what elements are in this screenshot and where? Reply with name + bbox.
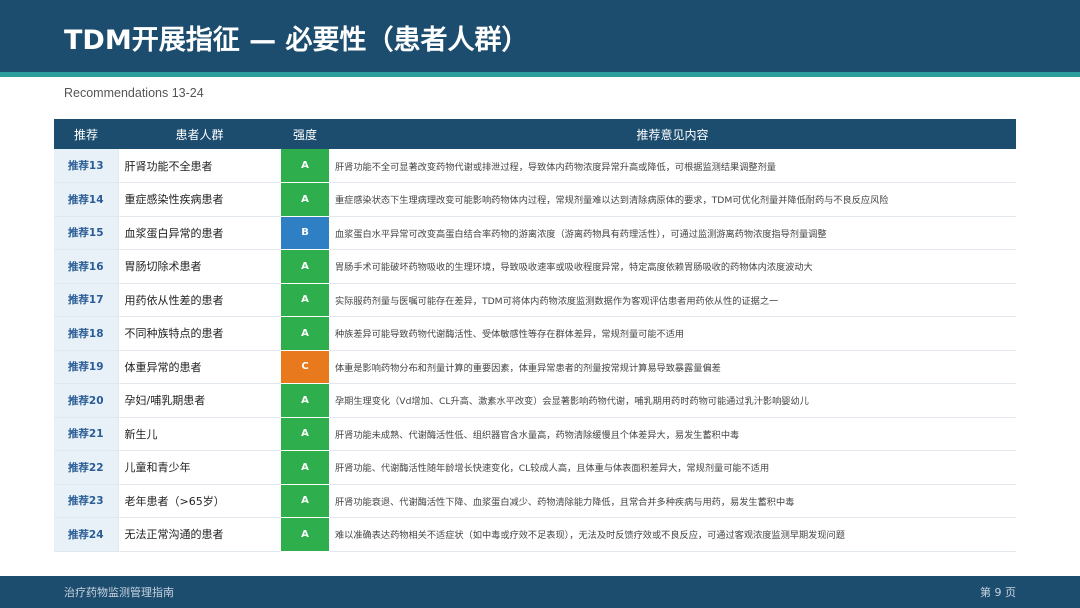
table-row: 推荐21 新生儿 A 肝肾功能未成熟、代谢酶活性低、组织器官含水量高，药物清除缓慢且个… (54, 417, 1016, 451)
recommendation-text: 肝肾功能不全可显著改变药物代谢或排泄过程，导致体内药物浓度异常升高或降低，可根据… (329, 149, 1016, 183)
recommendation-id: 推荐21 (54, 417, 118, 451)
grade-badge: A (281, 283, 329, 317)
recommendation-id: 推荐19 (54, 350, 118, 384)
footer-page-number: 第 9 页 (980, 586, 1016, 599)
slide-title: TDM开展指征 — 必要性（患者人群） (64, 25, 529, 56)
recommendation-id: 推荐23 (54, 484, 118, 518)
table-header-row: 推荐 患者人群 强度 推荐意见内容 (54, 119, 1016, 149)
recommendation-text: 肝肾功能衰退、代谢酶活性下降、血浆蛋白减少、药物清除能力降低，且常合并多种疾病与… (329, 484, 1016, 518)
grade-badge: A (281, 417, 329, 451)
recommendation-text: 难以准确表达药物相关不适症状（如中毒或疗效不足表现），无法及时反馈疗效或不良反应… (329, 517, 1016, 552)
table-row: 推荐13 肝肾功能不全患者 A 肝肾功能不全可显著改变药物代谢或排泄过程，导致体内药物… (54, 149, 1016, 183)
recommendation-text: 肝肾功能未成熟、代谢酶活性低、组织器官含水量高，药物清除缓慢且个体差异大，易发生… (329, 417, 1016, 451)
recommendation-id: 推荐13 (54, 149, 118, 183)
grade-badge: A (281, 249, 329, 284)
recommendation-id: 推荐22 (54, 450, 118, 485)
patient-population: 老年患者（>65岁） (117, 484, 281, 518)
table-row: 推荐20 孕妇/哺乳期患者 A 孕期生理变化（Vd增加、CL升高、激素水平改变）会显著… (54, 383, 1016, 418)
grade-badge: A (281, 450, 329, 485)
recommendation-text: 体重是影响药物分布和剂量计算的重要因素，体重异常患者的剂量按常规计算易导致暴露量… (329, 350, 1016, 384)
table-row: 推荐18 不同种族特点的患者 A 种族差异可能导致药物代谢酶活性、受体敏感性等存在群体… (54, 316, 1016, 351)
table-row: 推荐19 体重异常的患者 C 体重是影响药物分布和剂量计算的重要因素，体重异常患者的剂… (54, 350, 1016, 384)
grade-badge: A (281, 383, 329, 418)
grade-badge: A (281, 182, 329, 217)
recommendation-id: 推荐15 (54, 216, 118, 250)
patient-population: 胃肠切除术患者 (117, 249, 281, 284)
grade-badge: B (281, 216, 329, 250)
patient-population: 新生儿 (117, 417, 281, 451)
slide-footer: 治疗药物监测管理指南 第 9 页 (0, 576, 1080, 608)
recommendation-text: 重症感染状态下生理病理改变可能影响药物体内过程，常规剂量难以达到清除病原体的要求… (329, 182, 1016, 217)
table-row: 推荐22 儿童和青少年 A 肝肾功能、代谢酶活性随年龄增长快速变化，CL较成人高，且体… (54, 450, 1016, 485)
slide-subtitle: Recommendations 13-24 (64, 86, 204, 100)
patient-population: 儿童和青少年 (117, 450, 281, 485)
column-header-grade: 强度 (281, 119, 329, 149)
patient-population: 不同种族特点的患者 (117, 316, 281, 351)
slide-header: TDM开展指征 — 必要性（患者人群） (0, 0, 1080, 72)
table-body: 推荐13 肝肾功能不全患者 A 肝肾功能不全可显著改变药物代谢或排泄过程，导致体内药物… (54, 149, 1016, 552)
recommendation-text: 血浆蛋白水平异常可改变高蛋白结合率药物的游离浓度（游离药物具有药理活性），可通过… (329, 216, 1016, 250)
column-header-recommendation: 推荐 (54, 119, 118, 149)
recommendation-text: 胃肠手术可能破坏药物吸收的生理环境，导致吸收速率或吸收程度异常，特定高度依赖胃肠… (329, 249, 1016, 284)
recommendation-text: 实际服药剂量与医嘱可能存在差异，TDM可将体内药物浓度监测数据作为客观评估患者用… (329, 283, 1016, 317)
column-header-content: 推荐意见内容 (329, 119, 1016, 149)
grade-badge: A (281, 484, 329, 518)
grade-badge: C (281, 350, 329, 384)
recommendation-id: 推荐18 (54, 316, 118, 351)
recommendation-text: 孕期生理变化（Vd增加、CL升高、激素水平改变）会显著影响药物代谢，哺乳期用药时… (329, 383, 1016, 418)
grade-badge: A (281, 517, 329, 552)
footer-guide-name: 治疗药物监测管理指南 (64, 586, 174, 599)
table-row: 推荐15 血浆蛋白异常的患者 B 血浆蛋白水平异常可改变高蛋白结合率药物的游离浓度（游… (54, 216, 1016, 250)
patient-population: 血浆蛋白异常的患者 (117, 216, 281, 250)
table-row: 推荐17 用药依从性差的患者 A 实际服药剂量与医嘱可能存在差异，TDM可将体内药物浓… (54, 283, 1016, 317)
recommendation-text: 种族差异可能导致药物代谢酶活性、受体敏感性等存在群体差异，常规剂量可能不适用 (329, 316, 1016, 351)
patient-population: 重症感染性疾病患者 (117, 182, 281, 217)
patient-population: 体重异常的患者 (117, 350, 281, 384)
recommendation-id: 推荐20 (54, 383, 118, 418)
patient-population: 用药依从性差的患者 (117, 283, 281, 317)
recommendation-text: 肝肾功能、代谢酶活性随年龄增长快速变化，CL较成人高，且体重与体表面积差异大，常… (329, 450, 1016, 485)
table-row: 推荐24 无法正常沟通的患者 A 难以准确表达药物相关不适症状（如中毒或疗效不足表现）… (54, 517, 1016, 552)
recommendation-id: 推荐16 (54, 249, 118, 284)
table-row: 推荐16 胃肠切除术患者 A 胃肠手术可能破坏药物吸收的生理环境，导致吸收速率或吸收程… (54, 249, 1016, 284)
table-row: 推荐23 老年患者（>65岁） A 肝肾功能衰退、代谢酶活性下降、血浆蛋白减少、药物清… (54, 484, 1016, 518)
grade-badge: A (281, 149, 329, 183)
patient-population: 肝肾功能不全患者 (117, 149, 281, 183)
patient-population: 孕妇/哺乳期患者 (117, 383, 281, 418)
header-accent-line (0, 72, 1080, 77)
recommendation-id: 推荐17 (54, 283, 118, 317)
patient-population: 无法正常沟通的患者 (117, 517, 281, 552)
table-row: 推荐14 重症感染性疾病患者 A 重症感染状态下生理病理改变可能影响药物体内过程，常规… (54, 182, 1016, 217)
recommendation-id: 推荐14 (54, 182, 118, 217)
grade-badge: A (281, 316, 329, 351)
column-header-population: 患者人群 (118, 119, 281, 149)
recommendation-id: 推荐24 (54, 517, 118, 552)
recommendations-table: 推荐 患者人群 强度 推荐意见内容 推荐13 肝肾功能不全患者 A 肝肾功能不全可显著… (54, 119, 1016, 552)
